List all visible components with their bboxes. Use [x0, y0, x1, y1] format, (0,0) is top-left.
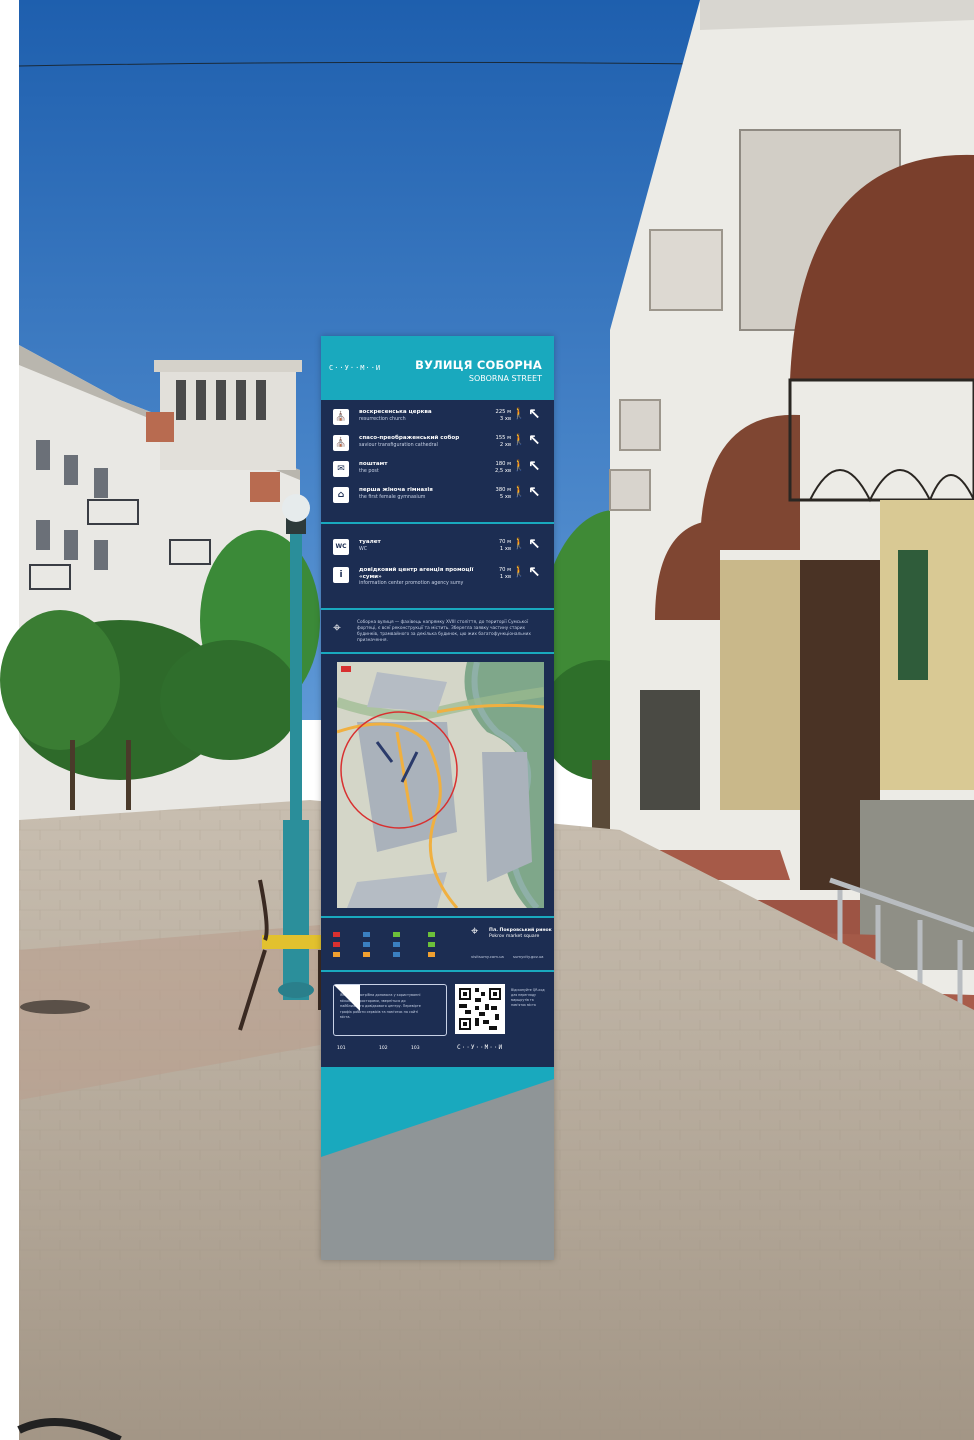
church-icon: ⛪: [333, 409, 349, 425]
divider: [321, 916, 554, 918]
arrow-up-left-icon: ↖: [528, 431, 541, 449]
destination-distance: 180 м 2,5 хв: [494, 461, 511, 474]
cathedral-icon: ⛪: [333, 435, 349, 451]
arrow-up-left-icon: ↖: [528, 405, 541, 423]
location-pin-icon: ⌖: [471, 924, 479, 939]
walking-person-icon: 🚶: [512, 565, 526, 578]
service-distance: 70 м1 хв: [498, 567, 511, 580]
service-name-en: WC: [359, 547, 368, 552]
qr-code-graphic: [455, 984, 505, 1034]
wayfinding-stele: С··У··М··И ВУЛИЦЯ СОБОРНА SOBORNA STREET…: [321, 336, 554, 1260]
service-row: i довідковий центр агенція промоції «сум…: [321, 563, 554, 598]
website-link: sumycity.gov.ua: [513, 954, 544, 959]
street-title-uk: ВУЛИЦЯ СОБОРНА: [415, 358, 542, 372]
service-name-uk: туалет: [359, 539, 381, 545]
arrow-up-left-icon: ↖: [528, 563, 541, 581]
footer-number: 103: [411, 1046, 420, 1051]
arrow-up-left-icon: ↖: [528, 483, 541, 501]
service-name-en: information center promotion agency sumy: [359, 581, 464, 586]
divider: [321, 970, 554, 972]
footer-number: 102: [379, 1046, 388, 1051]
destination-row: ⛪ воскресенська церква resurrection chur…: [321, 405, 554, 430]
destination-name-uk: перша жіноча гімназія: [359, 487, 433, 493]
service-name-uk: довідковий центр агенція промоції «суми»: [359, 567, 474, 580]
destination-distance: 380 м5 хв: [495, 487, 511, 500]
qr-caption: Відскануйте QR-код для перегляду маршрут…: [511, 988, 545, 1007]
walking-person-icon: 🚶: [512, 485, 526, 498]
help-info-box: Якщо вам потрібна допомога у користуванн…: [333, 984, 447, 1036]
divider: [321, 652, 554, 654]
destination-name-uk: спасо-преображенський собор: [359, 435, 460, 441]
arrow-up-left-icon: ↖: [528, 535, 541, 553]
city-logo: С··У··М··И: [329, 364, 382, 372]
location-pin-icon: ⌖: [333, 620, 341, 636]
destination-distance: 155 м2 хв: [495, 435, 511, 448]
stele-header: С··У··М··И ВУЛИЦЯ СОБОРНА SOBORNA STREET: [321, 336, 554, 400]
destination-row: ⛪ спасо-преображенський собор saviour tr…: [321, 431, 554, 456]
walking-person-icon: 🚶: [512, 537, 526, 550]
destination-name-uk: поштамт: [359, 461, 388, 467]
corner-triangle: [334, 985, 360, 1011]
stele-base: [321, 1067, 554, 1260]
destination-name-uk: воскресенська церква: [359, 409, 432, 415]
destination-name-en: resurrection church: [359, 417, 406, 422]
destination-row: ⌂ перша жіноча гімназія the first female…: [321, 483, 554, 508]
divider: [321, 608, 554, 610]
info-icon: i: [333, 567, 349, 583]
street-title-en: SOBORNA STREET: [468, 374, 542, 383]
city-map: [337, 662, 544, 908]
walking-person-icon: 🚶: [512, 407, 526, 420]
destination-name-en: the first female gymnasium: [359, 495, 426, 500]
footer-number: 101: [337, 1046, 346, 1051]
gymnasium-icon: ⌂: [333, 487, 349, 503]
service-row: WC туалет WC 70 м1 хв 🚶 ↖: [321, 535, 554, 560]
destination-row: ✉ поштамт the post 180 м 2,5 хв 🚶 ↖: [321, 457, 554, 482]
destination-name-en: saviour transfiguration cathedral: [359, 443, 438, 448]
post-icon: ✉: [333, 461, 349, 477]
wc-icon: WC: [333, 539, 349, 555]
footer-city-logo: С··У··М··И: [457, 1044, 504, 1051]
street-photo: С··У··М··И ВУЛИЦЯ СОБОРНА SOBORNA STREET…: [0, 0, 974, 1440]
walking-person-icon: 🚶: [512, 433, 526, 446]
service-distance: 70 м1 хв: [498, 539, 511, 552]
qr-code[interactable]: [455, 984, 505, 1034]
transport-legend: [333, 924, 463, 964]
destination-name-en: the post: [359, 469, 379, 474]
destination-distance: 225 м3 хв: [495, 409, 511, 422]
walking-person-icon: 🚶: [512, 459, 526, 472]
map-drawing: [337, 662, 544, 908]
street-description: Соборна вулиця — фахівець напрямку XVIII…: [357, 620, 531, 643]
website-link: visitsumy.com.ua: [471, 954, 504, 959]
divider: [321, 522, 554, 524]
arrow-up-left-icon: ↖: [528, 457, 541, 475]
nearby-square: Пл. Покровський ринок Pokrov market squar…: [489, 928, 552, 939]
base-accent: [321, 1067, 554, 1260]
